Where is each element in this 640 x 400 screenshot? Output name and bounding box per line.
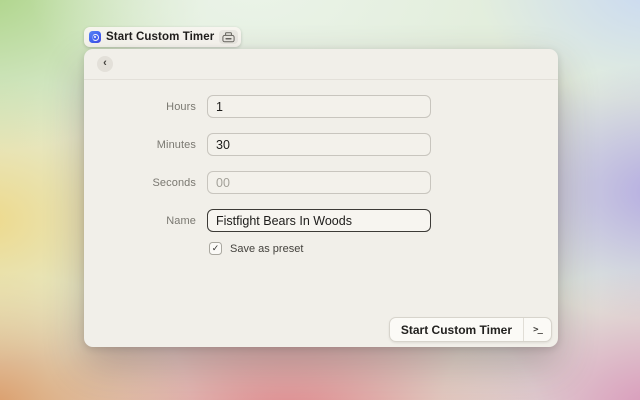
- start-custom-timer-button[interactable]: Start Custom Timer >_: [389, 317, 552, 342]
- custom-timer-panel: ‹ Hours Minutes Seconds Name ✓ Save as pres…: [84, 49, 558, 347]
- chevron-left-icon: ‹: [103, 58, 107, 69]
- terminal-prompt-icon[interactable]: >_: [523, 318, 551, 341]
- checkmark-icon: ✓: [212, 244, 220, 253]
- timer-dot-glyph: [94, 36, 96, 38]
- save-as-preset-checkbox[interactable]: ✓: [209, 242, 222, 255]
- save-as-preset-label[interactable]: Save as preset: [230, 243, 303, 255]
- timer-app-icon: [89, 31, 101, 43]
- minutes-label: Minutes: [84, 139, 196, 151]
- minutes-input[interactable]: [207, 133, 431, 156]
- printer-icon[interactable]: [219, 30, 238, 44]
- form-row-hours: Hours: [84, 95, 558, 118]
- start-custom-timer-button-label: Start Custom Timer: [390, 318, 523, 341]
- custom-timer-form: Hours Minutes Seconds Name ✓ Save as preset: [84, 95, 558, 255]
- seconds-input[interactable]: [207, 171, 431, 194]
- form-row-name: Name: [84, 209, 558, 232]
- panel-header: ‹: [84, 49, 558, 80]
- form-row-seconds: Seconds: [84, 171, 558, 194]
- name-label: Name: [84, 215, 196, 227]
- hours-input[interactable]: [207, 95, 431, 118]
- breadcrumb-title: Start Custom Timer: [106, 31, 214, 43]
- hours-label: Hours: [84, 101, 196, 113]
- form-row-minutes: Minutes: [84, 133, 558, 156]
- name-input[interactable]: [207, 209, 431, 232]
- breadcrumb-pill[interactable]: Start Custom Timer: [84, 27, 241, 47]
- form-rows: Hours Minutes Seconds Name: [84, 95, 558, 232]
- seconds-label: Seconds: [84, 177, 196, 189]
- screen: Start Custom Timer ‹ Hours Minutes Seconds…: [0, 0, 640, 400]
- back-button[interactable]: ‹: [97, 56, 113, 72]
- save-as-preset-row: ✓ Save as preset: [84, 242, 558, 255]
